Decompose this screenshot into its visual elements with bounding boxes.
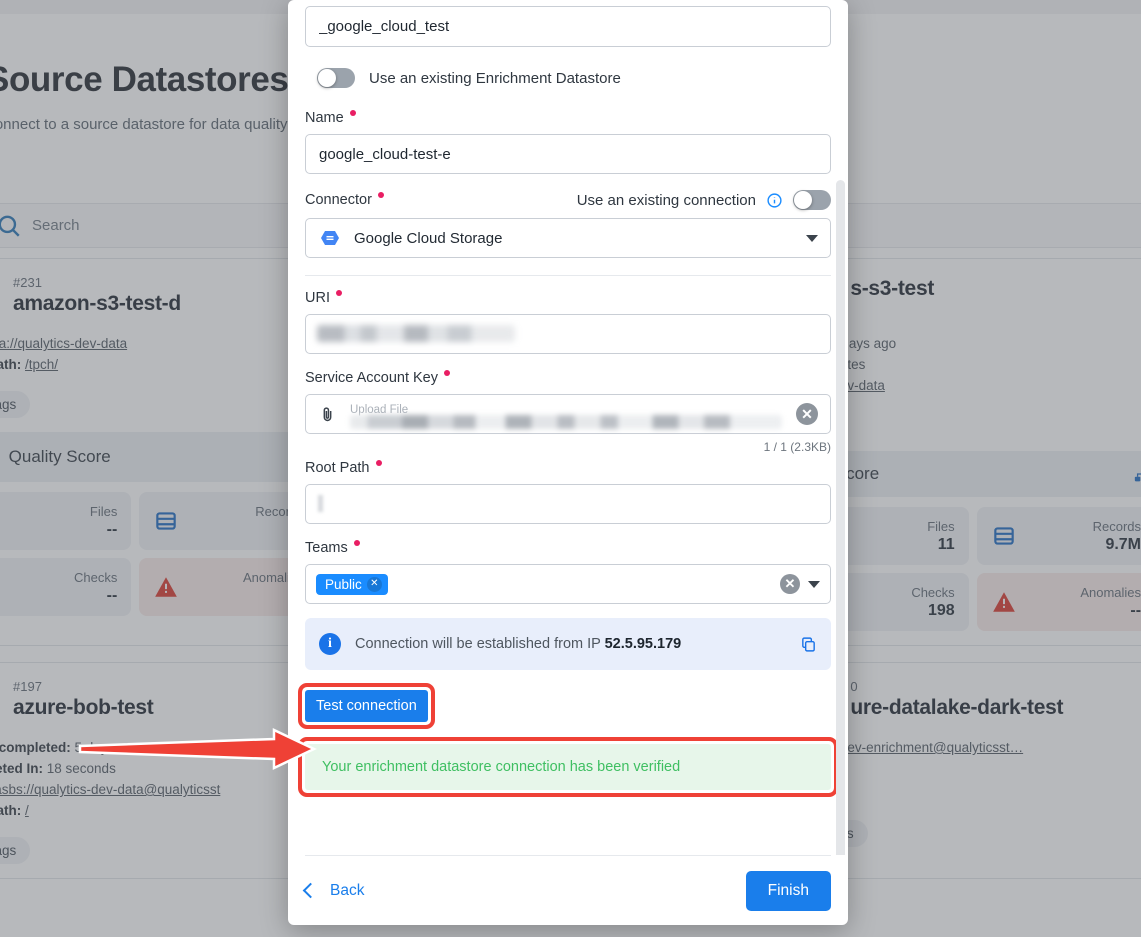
info-icon[interactable]: [766, 192, 783, 209]
paperclip-icon: [318, 405, 337, 424]
back-button[interactable]: Back: [302, 881, 365, 900]
teams-label-row: Teams: [305, 540, 831, 556]
required-marker-icon: [377, 192, 384, 198]
existing-connection-label: Use an existing connection: [576, 191, 756, 209]
existing-enrichment-toggle[interactable]: [317, 68, 355, 88]
copy-icon[interactable]: [800, 636, 817, 653]
name-label: Name: [305, 110, 344, 126]
connector-label-group: Connector: [305, 192, 384, 208]
finish-button[interactable]: Finish: [745, 870, 831, 911]
root-path-input[interactable]: [305, 484, 831, 524]
chevron-down-icon[interactable]: [808, 580, 820, 588]
add-enrichment-datastore-modal: Use an existing Enrichment Datastore Nam…: [288, 0, 848, 925]
connection-ip-banner: i Connection will be established from IP…: [305, 618, 831, 670]
required-marker-icon: [375, 460, 382, 466]
prefix-input[interactable]: [305, 6, 831, 47]
file-count-label: 1 / 1 (2.3KB): [763, 440, 831, 454]
root-path-label: Root Path: [305, 460, 370, 476]
test-connection-button[interactable]: Test connection: [305, 690, 428, 722]
remove-chip-icon[interactable]: ✕: [366, 576, 382, 592]
connector-value: Google Cloud Storage: [354, 229, 503, 247]
root-path-input-wrap[interactable]: [305, 484, 831, 524]
service-account-key-upload[interactable]: Upload File ✕: [305, 394, 831, 434]
connection-ip-value: 52.5.95.179: [604, 636, 682, 652]
connector-label: Connector: [305, 192, 372, 208]
divider: [305, 275, 831, 276]
connection-ip-prefix: Connection will be established from IP: [355, 636, 605, 652]
required-marker-icon: [349, 110, 356, 116]
existing-enrichment-toggle-row: Use an existing Enrichment Datastore: [317, 68, 831, 88]
clear-teams-button[interactable]: ✕: [780, 574, 800, 594]
connection-success-message: Your enrichment datastore connection has…: [305, 744, 831, 790]
existing-connection-toggle[interactable]: [793, 190, 831, 210]
teams-field: Teams Public ✕ ✕: [305, 540, 831, 604]
required-marker-icon: [353, 540, 360, 546]
name-field: Name: [305, 110, 831, 174]
annotation-arrow: [78, 728, 317, 770]
required-marker-icon: [335, 290, 342, 296]
root-path-field: Root Path: [305, 460, 831, 524]
uri-field: URI: [305, 290, 831, 354]
service-account-key-label: Service Account Key: [305, 370, 438, 386]
teams-label: Teams: [305, 540, 348, 556]
uri-label-row: URI: [305, 290, 831, 306]
teams-select[interactable]: Public ✕ ✕: [305, 564, 831, 604]
chevron-down-icon[interactable]: [806, 234, 818, 242]
connector-field: Connector Use an existing connection Goo…: [305, 190, 831, 258]
test-connection-highlight: Test connection: [298, 683, 435, 729]
google-cloud-storage-icon: [318, 226, 342, 250]
existing-connection-group: Use an existing connection: [577, 190, 831, 210]
modal-body: Use an existing Enrichment Datastore Nam…: [288, 0, 848, 855]
screen: Source Datastores Connect to a source da…: [0, 0, 1141, 937]
connector-select[interactable]: Google Cloud Storage: [305, 218, 831, 258]
required-marker-icon: [444, 370, 450, 376]
root-path-label-row: Root Path: [305, 460, 831, 476]
clear-file-button[interactable]: ✕: [796, 403, 818, 425]
connection-ip-text: Connection will be established from IP 5…: [355, 636, 681, 652]
redacted-root-path-value: [318, 495, 323, 512]
info-icon: i: [319, 633, 341, 655]
name-label-row: Name: [305, 110, 831, 126]
service-account-key-label-row: Service Account Key: [305, 370, 831, 386]
uri-input-wrap[interactable]: [305, 314, 831, 354]
team-chip-label: Public: [325, 576, 362, 592]
modal-scrollbar[interactable]: [836, 180, 845, 855]
team-chip[interactable]: Public ✕: [316, 573, 388, 595]
connector-label-row: Connector Use an existing connection: [305, 190, 831, 210]
service-account-key-field: Service Account Key Upload File ✕ 1 / 1 …: [305, 370, 831, 454]
chevron-left-icon: [302, 882, 319, 899]
existing-enrichment-toggle-label: Use an existing Enrichment Datastore: [369, 69, 621, 87]
success-message-highlight: Your enrichment datastore connection has…: [298, 737, 838, 797]
modal-footer: Back Finish: [302, 855, 831, 925]
name-input[interactable]: [305, 134, 831, 174]
uri-label: URI: [305, 290, 330, 306]
redacted-uri-value: [317, 325, 515, 342]
back-label: Back: [330, 881, 365, 899]
redacted-filename: [350, 415, 782, 429]
